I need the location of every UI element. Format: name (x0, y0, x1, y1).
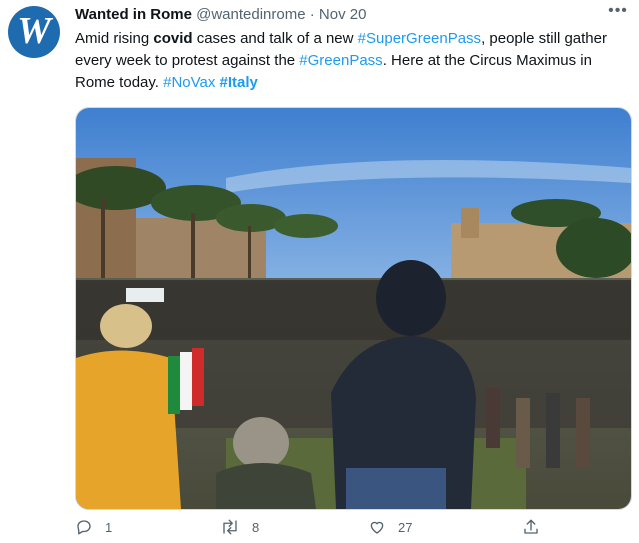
hashtag-greenpass[interactable]: #GreenPass (299, 52, 382, 69)
tweet-text: Amid rising covid cases and talk of a ne… (75, 28, 623, 94)
like-icon (370, 521, 384, 534)
hashtag-novax[interactable]: #NoVax (163, 74, 215, 91)
hashtag-supergreenpass[interactable]: #SuperGreenPass (358, 30, 481, 47)
reply-button[interactable]: 1 (75, 518, 112, 536)
person (486, 388, 500, 448)
more-icon[interactable]: ••• (606, 3, 630, 22)
jeans (346, 468, 446, 509)
text-segment: cases and talk of a new (192, 30, 358, 47)
white-van (126, 288, 164, 302)
avatar[interactable]: W (8, 6, 60, 58)
protest-photo-image (76, 108, 631, 509)
author-name[interactable]: Wanted in Rome (75, 6, 192, 23)
like-count: 27 (398, 519, 413, 535)
head-dreadlocks (233, 417, 289, 469)
tree-trunk (248, 226, 251, 278)
flag-green (168, 356, 180, 414)
person (516, 398, 530, 468)
pine-tree (274, 214, 338, 238)
tweet-card[interactable]: W Wanted in Rome @wantedinrome · Nov 20 … (0, 0, 639, 543)
tweet-header: Wanted in Rome @wantedinrome · Nov 20 (75, 6, 366, 23)
jacket (216, 463, 316, 509)
yellow-jacket (76, 350, 181, 509)
tweet-date[interactable]: Nov 20 (319, 6, 367, 23)
hashtag-italy[interactable]: #Italy (220, 74, 258, 91)
bell-tower (461, 208, 479, 238)
reply-count: 1 (105, 519, 113, 535)
hood (376, 260, 446, 336)
author-handle[interactable]: @wantedinrome (196, 6, 305, 23)
reply-icon (77, 520, 91, 535)
text-segment: Amid rising (75, 30, 154, 47)
like-button[interactable]: 27 (368, 518, 412, 536)
flag-white (180, 352, 192, 410)
action-bar: 1 8 27 (75, 518, 635, 542)
retweet-count: 8 (252, 519, 260, 535)
tree-trunk (101, 198, 105, 278)
retweet-icon (223, 519, 237, 535)
text-bold-covid: covid (153, 30, 193, 47)
blonde-hair (100, 304, 152, 348)
separator-dot: · (309, 6, 315, 23)
tweet-photo[interactable] (75, 107, 632, 510)
flag-red (192, 348, 204, 406)
tree-trunk (191, 213, 195, 278)
share-icon (524, 519, 538, 534)
person (546, 393, 560, 468)
retweet-button[interactable]: 8 (220, 518, 259, 536)
avatar-logo-letter: W (17, 10, 51, 52)
person (576, 398, 590, 468)
share-button[interactable] (522, 518, 540, 536)
